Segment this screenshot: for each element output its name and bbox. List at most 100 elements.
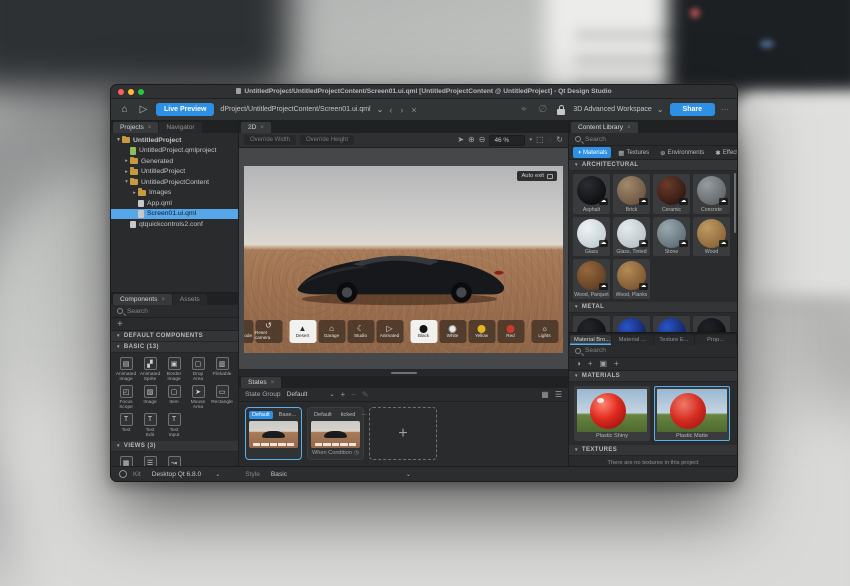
title-bar[interactable]: UntitledProject/UntitledProjectContent/S…	[111, 85, 737, 99]
annotate-icon[interactable]: ⌖	[517, 105, 530, 115]
tab-material-[interactable]: Material ...	[612, 335, 653, 345]
scene-viewport[interactable]: Auto exit	[244, 166, 563, 353]
tree-caret-icon[interactable]: ▾	[123, 179, 130, 185]
state-condition[interactable]: When Condition◷	[311, 450, 360, 456]
download-icon[interactable]: ☁	[639, 283, 648, 290]
tree-item[interactable]: Screen01.ui.qml	[111, 209, 238, 220]
grid-view-icon[interactable]: ▦	[541, 390, 549, 399]
cursor-tool-icon[interactable]: ➤	[457, 136, 464, 144]
tab-prop-[interactable]: Prop...	[695, 335, 736, 345]
section-architectural[interactable]: ▾ ARCHITECTURAL	[569, 160, 737, 171]
zoom-in-icon[interactable]: ⊕	[468, 136, 475, 144]
fit-selection-icon[interactable]: ⬚	[536, 136, 544, 144]
section-basic[interactable]: ▾ BASIC (13)	[111, 342, 238, 353]
components-search[interactable]: Search	[111, 305, 238, 318]
material-card[interactable]: ☁Ceramic	[653, 174, 690, 214]
2d-canvas[interactable]: Auto exit	[239, 148, 568, 369]
component-item[interactable]: ▣Border Image	[162, 355, 186, 383]
material-card[interactable]: ☁Asphalt	[573, 174, 610, 214]
add-icon[interactable]: +	[117, 319, 123, 330]
section-metal[interactable]: ▾ METAL	[569, 302, 737, 313]
add-component-row[interactable]: +	[111, 318, 238, 331]
component-item[interactable]: ▭Rectangle	[210, 383, 234, 411]
tree-item[interactable]: ▾UntitledProjectContent	[111, 177, 238, 188]
workspace-selector[interactable]: 3D Advanced Workspace ⌄	[573, 105, 663, 114]
material-card[interactable]: ☁Stone	[653, 217, 690, 257]
add-material-icon[interactable]: +	[588, 359, 593, 368]
back-icon[interactable]: ‹	[389, 105, 392, 115]
section-materials[interactable]: ▾ MATERIALS	[569, 371, 737, 382]
project-material-card[interactable]: Plastic Shiny	[574, 386, 650, 441]
section-default-components[interactable]: ▾ DEFAULT COMPONENTS	[111, 331, 238, 342]
viewport-button-red[interactable]: Red	[497, 320, 524, 343]
zoom-out-icon[interactable]: ⊖	[479, 136, 486, 144]
reset-view-icon[interactable]: ↻	[556, 136, 563, 144]
create-texture-icon[interactable]: ▣	[600, 359, 608, 368]
tree-item[interactable]: UntitledProject.qmlproject	[111, 146, 238, 157]
tab-components[interactable]: Components×	[113, 294, 172, 305]
list-view-icon[interactable]: ☰	[555, 390, 562, 399]
close-tab-icon[interactable]: ×	[260, 125, 264, 131]
component-item[interactable]: ▥Flickable	[210, 355, 234, 383]
state-chip[interactable]: Default	[249, 411, 273, 419]
material-card[interactable]: ☁Concrete	[693, 174, 730, 214]
viewport-button-studio[interactable]: ☾Studio	[347, 320, 374, 343]
component-item[interactable]: ▢Item	[162, 383, 186, 411]
download-icon[interactable]: ☁	[639, 198, 648, 205]
add-state-group-icon[interactable]: +	[341, 390, 346, 399]
component-item[interactable]: ▤Animated Image	[114, 355, 138, 383]
run-project-icon[interactable]: ▷	[137, 105, 150, 115]
forward-icon[interactable]: ›	[400, 105, 403, 115]
tree-item[interactable]: ▾UntitledProject	[111, 135, 238, 146]
close-tab-icon[interactable]: ×	[627, 125, 631, 131]
material-card[interactable]	[613, 316, 650, 332]
material-card[interactable]: ☁Wood	[693, 217, 730, 257]
tree-caret-icon[interactable]: ▾	[115, 137, 122, 143]
create-material-icon[interactable]: ◑	[576, 359, 581, 368]
category-materials[interactable]: ◑Materials	[573, 147, 611, 158]
style-dropdown[interactable]: Basic ⌄	[266, 470, 416, 479]
remove-state-group-icon[interactable]: −	[351, 390, 356, 399]
material-card[interactable]: ☁Glass	[573, 217, 610, 257]
tree-item[interactable]: ▸UntitledProject	[111, 167, 238, 178]
breadcrumb-chevron-down-icon[interactable]: ⌄	[377, 105, 384, 114]
component-item[interactable]: ◰Focus Scope	[114, 383, 138, 411]
no-edit-icon[interactable]: ∅	[536, 105, 549, 115]
viewport-button-garage[interactable]: ⌂Garage	[318, 320, 345, 343]
download-icon[interactable]: ☁	[679, 198, 688, 205]
more-options-icon[interactable]: ⋯	[721, 105, 730, 114]
state-chip[interactable]: Base...	[276, 411, 299, 419]
add-state-button[interactable]: +	[369, 407, 437, 460]
tab-content-library[interactable]: Content Library×	[571, 122, 638, 133]
home-icon[interactable]: ⌂	[118, 105, 131, 115]
tab-states[interactable]: States×	[241, 377, 281, 388]
tab-2d[interactable]: 2D×	[241, 122, 271, 133]
download-icon[interactable]: ☁	[679, 240, 688, 247]
material-card[interactable]: ☁Wood, Parquet	[573, 259, 610, 299]
download-icon[interactable]: ☁	[639, 240, 648, 247]
category-environments[interactable]: ⊕Environments	[656, 147, 708, 159]
auto-exit-badge[interactable]: Auto exit	[517, 171, 557, 181]
tab-assets[interactable]: Assets	[173, 294, 207, 305]
gear-icon[interactable]	[119, 470, 127, 478]
close-tab-icon[interactable]: ×	[161, 297, 165, 303]
close-tab-icon[interactable]: ×	[271, 380, 275, 386]
kit-dropdown[interactable]: Desktop Qt 6.8.0 ⌄	[147, 470, 226, 479]
download-icon[interactable]: ☁	[599, 240, 608, 247]
category-effects[interactable]: ✱Effects	[711, 147, 737, 159]
zoom-level-field[interactable]: 46 %	[489, 135, 525, 146]
state-menu-icon[interactable]: ···	[361, 412, 367, 418]
project-material-card[interactable]: Plastic Matte	[654, 386, 730, 441]
download-icon[interactable]: ☁	[599, 283, 608, 290]
state-chip[interactable]: ticked	[338, 411, 359, 419]
tab-material-bro-[interactable]: Material Bro... ×	[570, 335, 611, 345]
component-item[interactable]: ➤Mouse Area	[186, 383, 210, 411]
breadcrumb[interactable]: dProject/UntitledProjectContent/Screen01…	[220, 106, 370, 113]
material-card[interactable]	[573, 316, 610, 332]
viewport-button-demo-mode[interactable]: ◉Demo mode	[244, 320, 253, 343]
viewport-button-white[interactable]: White	[439, 320, 466, 343]
component-item[interactable]: TText Input	[162, 411, 186, 439]
state-thumbnail[interactable]	[249, 421, 298, 448]
viewport-button-reset-camera[interactable]: ↺Reset camera	[255, 320, 282, 343]
viewport-button-lights[interactable]: ☼Lights	[531, 320, 558, 343]
